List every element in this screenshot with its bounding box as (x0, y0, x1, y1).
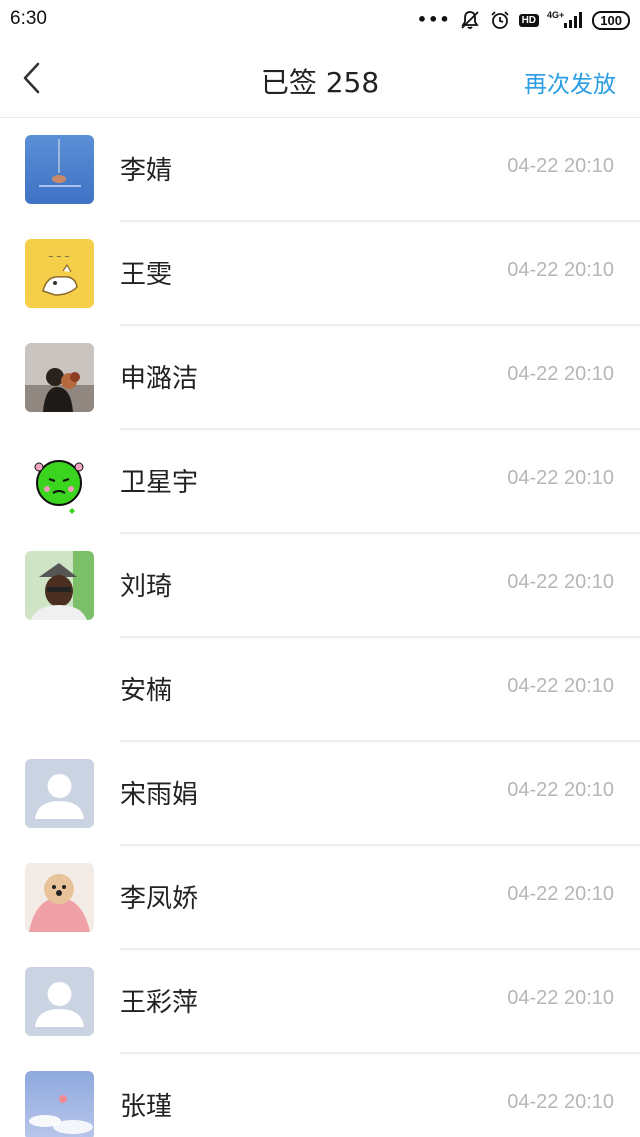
signal-icon: 4G+ (547, 9, 584, 29)
avatar[interactable]: ~ ~ ~ (25, 239, 94, 308)
avatar[interactable] (25, 863, 94, 932)
signee-name: 李婧 (120, 156, 173, 186)
signee-row[interactable]: 张瑾 04-22 20:10 (0, 1054, 640, 1137)
sign-time: 04-22 20:10 (507, 883, 614, 905)
signee-row[interactable]: 申潞洁 04-22 20:10 (0, 326, 640, 430)
alarm-icon (489, 9, 511, 31)
signee-name: 宋雨娟 (120, 780, 199, 810)
sign-time: 04-22 20:10 (507, 779, 614, 801)
signee-row[interactable]: 李凤娇 04-22 20:10 (0, 846, 640, 950)
signee-row[interactable]: 卫星宇 04-22 20:10 (0, 430, 640, 534)
battery-icon: 100 (592, 10, 630, 30)
sign-time: 04-22 20:10 (507, 571, 614, 593)
signee-row[interactable]: 安楠 04-22 20:10 (0, 638, 640, 742)
signee-row[interactable]: 刘琦 04-22 20:10 (0, 534, 640, 638)
sign-time: 04-22 20:10 (507, 363, 614, 385)
signee-row[interactable]: 宋雨娟 04-22 20:10 (0, 742, 640, 846)
svg-text:~ ~ ~: ~ ~ ~ (48, 253, 70, 261)
status-bar: 6:30 ••• HD 4G+ 100 (0, 0, 640, 40)
signee-row[interactable]: 李婧 04-22 20:10 (0, 118, 640, 222)
avatar[interactable] (25, 551, 94, 620)
signee-name: 刘琦 (120, 572, 173, 602)
avatar[interactable] (25, 1071, 94, 1137)
avatar[interactable] (25, 447, 94, 516)
signee-name: 安楠 (120, 676, 173, 706)
more-dots-icon: ••• (416, 10, 451, 29)
signee-row[interactable]: 王彩萍 04-22 20:10 (0, 950, 640, 1054)
signee-name: 李凤娇 (120, 884, 199, 914)
signee-row[interactable]: ~ ~ ~ 王雯 04-22 20:10 (0, 222, 640, 326)
signee-name: 申潞洁 (120, 364, 199, 394)
avatar[interactable] (25, 759, 94, 828)
sign-time: 04-22 20:10 (507, 987, 614, 1009)
signee-name: 王雯 (120, 260, 173, 290)
signee-name: 卫星宇 (120, 468, 199, 498)
sign-time: 04-22 20:10 (507, 675, 614, 697)
signee-name: 王彩萍 (120, 988, 199, 1018)
sign-time: 04-22 20:10 (507, 1091, 614, 1113)
avatar[interactable] (25, 967, 94, 1036)
avatar[interactable] (25, 655, 94, 724)
network-type: 4G+ (547, 9, 565, 20)
resend-button[interactable]: 再次发放 (524, 65, 616, 99)
status-time: 6:30 (10, 8, 47, 29)
avatar[interactable] (25, 343, 94, 412)
avatar[interactable] (25, 135, 94, 204)
sign-time: 04-22 20:10 (507, 259, 614, 281)
sign-time: 04-22 20:10 (507, 467, 614, 489)
signee-list: 李婧 04-22 20:10 ~ ~ ~ 王雯 04-22 20:10 申潞洁 04-22 … (0, 118, 640, 1137)
sign-time: 04-22 20:10 (507, 155, 614, 177)
hd-icon: HD (518, 13, 540, 27)
signee-name: 张瑾 (120, 1092, 173, 1122)
status-icons: ••• HD 4G+ 100 (417, 9, 630, 31)
bell-off-icon (459, 9, 481, 31)
nav-bar: 已签 258 再次发放 (0, 40, 640, 118)
